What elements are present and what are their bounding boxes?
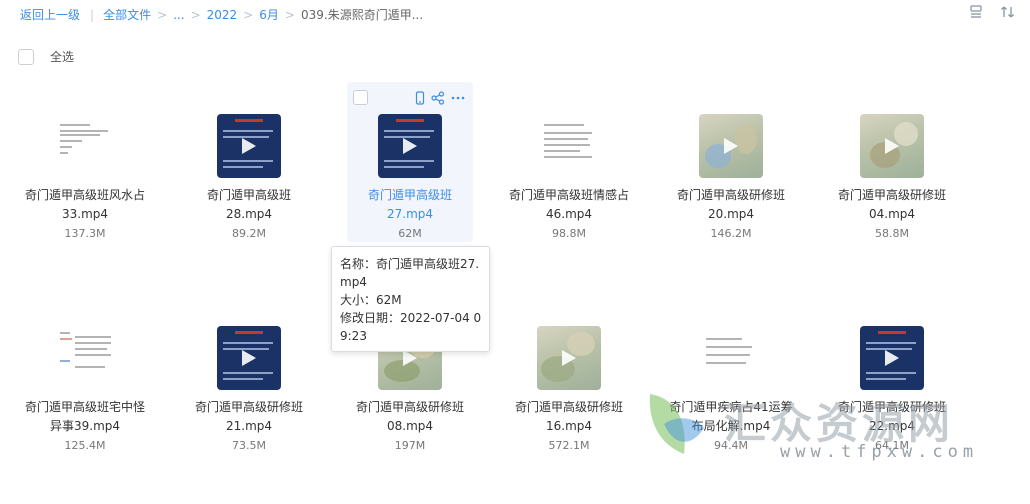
tooltip-name: 名称：奇门遁甲高级班27.mp4 [340,257,480,289]
file-item-hovered[interactable]: 奇门遁甲高级班27.mp4 62M [347,82,473,242]
video-thumbnail [860,326,924,390]
back-link[interactable]: 返回上一级 [20,6,80,23]
play-icon [562,350,576,366]
breadcrumb-ellipsis[interactable]: ... [173,8,184,22]
file-size: 572.1M [548,439,590,452]
file-name: 奇门遁甲高级研修班20.mp4 [676,188,785,221]
document-thumbnail [699,326,763,390]
file-size: 58.8M [875,227,909,240]
play-icon [885,138,899,154]
video-thumbnail [217,114,281,178]
breadcrumb-all-files[interactable]: 全部文件 [103,6,151,23]
document-thumbnail [53,326,117,390]
file-item[interactable]: 奇门遁甲高级研修班04.mp4 58.8M [829,82,955,242]
file-size: 197M [394,439,426,452]
file-size: 94.4M [714,439,748,452]
play-icon [242,138,256,154]
file-name: 奇门遁甲高级班28.mp4 [206,188,291,221]
play-icon [403,138,417,154]
file-name: 奇门遁甲高级班风水占33.mp4 [24,188,145,221]
sort-icon[interactable] [1000,4,1016,20]
file-item[interactable]: 奇门遁甲高级班情感占46.mp4 98.8M [506,82,632,242]
file-size: 73.5M [232,439,266,452]
file-item[interactable]: 奇门遁甲疾病占41运筹布局化解.mp4 94.4M [668,294,794,454]
breadcrumb-separator: > [284,7,295,22]
video-thumbnail [699,114,763,178]
breadcrumb-separator: > [190,7,201,22]
more-icon[interactable] [451,90,465,104]
file-item[interactable]: 奇门遁甲高级研修班20.mp4 146.2M [668,82,794,242]
document-thumbnail [537,114,601,178]
file-name: 奇门遁甲高级班宅中怪异事39.mp4 [24,400,145,433]
select-all[interactable]: 全选 [18,48,74,65]
play-icon [724,138,738,154]
file-name: 奇门遁甲疾病占41运筹布局化解.mp4 [669,400,793,433]
play-icon [885,350,899,366]
file-size: 137.3M [64,227,106,240]
file-item[interactable]: 奇门遁甲高级研修班22.mp4 64.1M [829,294,955,454]
select-all-label: 全选 [50,50,75,64]
breadcrumb-current: 039.朱源熙奇门遁甲... [300,8,424,22]
file-item[interactable]: 奇门遁甲高级班风水占33.mp4 137.3M [22,82,148,242]
file-size: 89.2M [232,227,266,240]
breadcrumb-june[interactable]: 6月 [259,6,279,23]
file-size: 98.8M [552,227,586,240]
file-item[interactable]: 奇门遁甲高级班28.mp4 89.2M [186,82,312,242]
file-name: 奇门遁甲高级研修班08.mp4 [355,400,464,433]
file-checkbox[interactable] [353,90,368,105]
top-bar: 返回上一级 | 全部文件 > ... > 2022 > 6月 > 039.朱源熙… [0,0,1030,30]
file-info-tooltip: 名称：奇门遁甲高级班27.mp4 大小：62M 修改日期：2022-07-04 … [331,246,490,352]
file-size: 64.1M [875,439,909,452]
breadcrumb-divider: | [90,7,95,22]
play-icon [403,350,417,366]
card-toolbar [347,82,473,112]
file-size: 62M [398,227,422,240]
breadcrumb-2022[interactable]: 2022 [207,8,238,22]
select-all-checkbox[interactable] [18,48,34,65]
tooltip-date: 修改日期：2022-07-04 09:23 [340,311,482,343]
document-thumbnail [53,114,117,178]
file-item[interactable]: 奇门遁甲高级班宅中怪异事39.mp4 125.4M [22,294,148,454]
file-name: 奇门遁甲高级研修班21.mp4 [194,400,303,433]
file-item[interactable]: 奇门遁甲高级研修班21.mp4 73.5M [186,294,312,454]
list-view-icon[interactable] [968,4,984,20]
share-icon[interactable] [431,90,445,105]
breadcrumb-separator: > [243,7,254,22]
file-name: 奇门遁甲高级研修班04.mp4 [837,188,946,221]
video-thumbnail [860,114,924,178]
file-name: 奇门遁甲高级班27.mp4 [367,188,452,221]
video-thumbnail [217,326,281,390]
file-item[interactable]: 奇门遁甲高级研修班16.mp4 572.1M [506,294,632,454]
play-icon [242,350,256,366]
phone-icon[interactable] [413,90,427,105]
file-grid: 奇门遁甲高级班风水占33.mp4 137.3M 奇门遁甲高级班28.mp4 89… [0,82,1030,504]
breadcrumb: 返回上一级 | 全部文件 > ... > 2022 > 6月 > 039.朱源熙… [20,6,423,23]
file-name: 奇门遁甲高级研修班16.mp4 [514,400,623,433]
file-size: 146.2M [710,227,752,240]
file-name: 奇门遁甲高级研修班22.mp4 [837,400,946,433]
breadcrumb-separator: > [157,7,168,22]
file-size: 125.4M [64,439,106,452]
video-thumbnail [378,114,442,178]
tooltip-size: 大小：62M [340,293,402,307]
file-name: 奇门遁甲高级班情感占46.mp4 [508,188,629,221]
video-thumbnail [537,326,601,390]
